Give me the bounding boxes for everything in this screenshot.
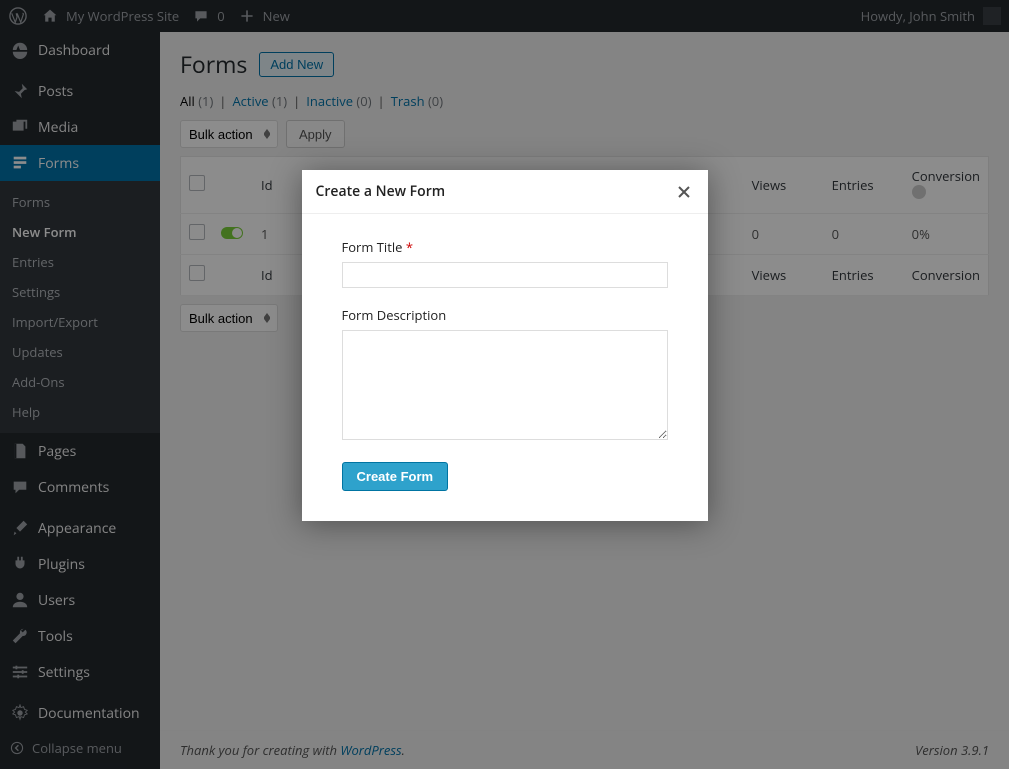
modal-title: Create a New Form [316, 182, 446, 201]
form-description-textarea[interactable] [342, 330, 668, 440]
close-icon [678, 186, 690, 198]
form-description-label: Form Description [342, 306, 668, 324]
create-form-modal: Create a New Form Form Title * Form Desc… [302, 170, 708, 521]
create-form-button[interactable]: Create Form [342, 462, 449, 491]
form-title-input[interactable] [342, 262, 668, 288]
modal-close-button[interactable] [674, 184, 694, 200]
form-title-label: Form Title * [342, 238, 668, 256]
